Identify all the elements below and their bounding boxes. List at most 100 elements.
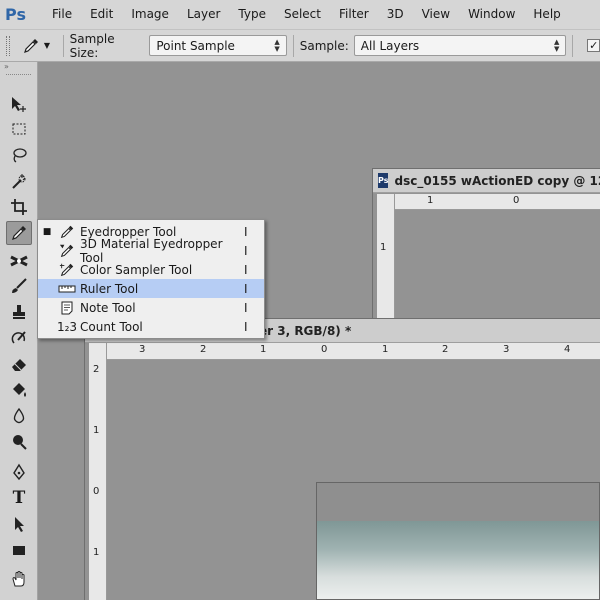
menu-window[interactable]: Window xyxy=(459,0,524,29)
move-tool[interactable] xyxy=(6,92,32,116)
menu-type[interactable]: Type xyxy=(229,0,275,29)
dodge-icon xyxy=(13,435,27,450)
menu-file[interactable]: File xyxy=(43,0,81,29)
menu-image[interactable]: Image xyxy=(122,0,178,29)
healing-brush-tool[interactable] xyxy=(6,249,32,273)
lasso-tool[interactable] xyxy=(6,143,32,167)
ruler-tick-label: 0 xyxy=(513,195,520,206)
ruler-tick-label: 1 xyxy=(260,344,267,355)
menu-layer[interactable]: Layer xyxy=(178,0,229,29)
move-icon xyxy=(12,97,26,112)
clone-stamp-tool[interactable] xyxy=(6,300,32,324)
eyedropper-icon xyxy=(12,226,26,240)
hand-tool[interactable] xyxy=(6,567,32,591)
tools-panel: » T xyxy=(0,62,38,600)
ruler-tick-label: 1 xyxy=(382,344,389,355)
path-selection-tool[interactable] xyxy=(6,512,32,536)
vertical-ruler[interactable]: 2 1 0 1 xyxy=(89,343,107,600)
history-brush-icon xyxy=(11,331,26,344)
brush-tool[interactable] xyxy=(6,274,32,298)
shortcut-key: I xyxy=(244,262,248,277)
document-title: dsc_0155 wActionED copy @ 120 xyxy=(394,173,600,188)
panel-grip[interactable] xyxy=(6,74,31,80)
photoshop-logo: Ps xyxy=(5,5,26,24)
vertical-ruler[interactable]: 1 xyxy=(377,194,395,327)
collapse-panel-icon[interactable]: » xyxy=(0,62,37,74)
sample-size-value: Point Sample xyxy=(156,38,235,53)
pen-icon xyxy=(13,463,25,481)
flyout-item-label: Count Tool xyxy=(80,319,143,334)
dodge-tool[interactable] xyxy=(6,430,32,454)
selected-bullet: ■ xyxy=(42,226,52,237)
flyout-item-3d-material-eyedropper[interactable]: 3D Material Eyedropper Tool I xyxy=(38,237,264,265)
count-icon: 1₂3 xyxy=(56,319,78,334)
eyedropper-tool[interactable] xyxy=(6,221,32,245)
rectangular-marquee-icon xyxy=(12,123,26,135)
menu-bar: Ps File Edit Image Layer Type Select Fil… xyxy=(0,0,600,29)
separator xyxy=(62,34,64,57)
flyout-item-note[interactable]: Note Tool I xyxy=(38,298,264,317)
flyout-item-color-sampler[interactable]: Color Sampler Tool I xyxy=(38,260,264,279)
options-bar: ▼ Sample Size: Point Sample ▲ ▼ Sample: A… xyxy=(0,29,600,62)
menu-edit[interactable]: Edit xyxy=(81,0,122,29)
blur-tool[interactable] xyxy=(6,404,32,428)
document-titlebar[interactable]: Ps dsc_0155 wActionED copy @ 120 xyxy=(373,169,600,193)
history-brush-tool[interactable] xyxy=(6,326,32,350)
flyout-item-ruler[interactable]: Ruler Tool I xyxy=(38,279,264,298)
ruler-tick-label: 2 xyxy=(442,344,449,355)
eyedropper-icon xyxy=(56,224,78,240)
eraser-tool[interactable] xyxy=(6,352,32,376)
eyedropper-icon xyxy=(23,38,38,53)
blur-drop-icon xyxy=(13,407,25,424)
quick-selection-tool[interactable] xyxy=(6,169,32,193)
horizontal-ruler[interactable]: 1 0 xyxy=(395,194,600,210)
menu-view[interactable]: View xyxy=(413,0,459,29)
sample-select[interactable]: All Layers ▲ ▼ xyxy=(353,35,567,56)
eyedropper-tool-flyout-menu: ■ Eyedropper Tool I 3D Material Eyedropp… xyxy=(37,219,265,339)
type-tool[interactable]: T xyxy=(6,486,32,510)
ruler-tick-label: 0 xyxy=(321,344,328,355)
options-bar-grip[interactable] xyxy=(6,35,10,56)
menu-select[interactable]: Select xyxy=(275,0,330,29)
document-window-back[interactable]: Ps dsc_0155 wActionED copy @ 120 1 0 1 xyxy=(372,168,600,328)
color-sampler-icon xyxy=(56,262,78,278)
shortcut-key: I xyxy=(244,224,248,239)
separator xyxy=(292,34,294,57)
shape-tool[interactable] xyxy=(6,538,32,562)
healing-brush-icon xyxy=(10,255,28,267)
separator xyxy=(572,34,574,57)
tool-preset-picker[interactable]: ▼ xyxy=(22,37,57,55)
horizontal-ruler[interactable]: 3 2 1 0 1 2 3 4 xyxy=(107,343,600,360)
path-selection-icon xyxy=(15,517,24,532)
sample-size-select[interactable]: Point Sample ▲ ▼ xyxy=(149,35,287,56)
hand-icon xyxy=(12,571,25,587)
marquee-tool[interactable] xyxy=(6,117,32,141)
shortcut-key: I xyxy=(244,300,248,315)
ruler-tick-label: 4 xyxy=(564,344,571,355)
paint-bucket-tool[interactable] xyxy=(6,378,32,402)
type-icon: T xyxy=(12,488,26,508)
menu-3d[interactable]: 3D xyxy=(378,0,413,29)
flyout-item-count[interactable]: 1₂3 Count Tool I xyxy=(38,317,264,336)
ruler-tick-label: 1 xyxy=(427,195,434,206)
crop-icon xyxy=(11,199,27,215)
ruler-tick-label: 0 xyxy=(93,486,100,497)
ruler-tick-label: 1 xyxy=(93,425,100,436)
ruler-tick-label: 1 xyxy=(93,547,100,558)
menu-help[interactable]: Help xyxy=(524,0,569,29)
crop-tool[interactable] xyxy=(6,195,32,219)
sample-size-label: Sample Size: xyxy=(69,31,115,60)
stamp-icon xyxy=(13,305,25,319)
flyout-item-label: Note Tool xyxy=(80,300,136,315)
brush-icon xyxy=(12,278,27,293)
updown-arrows-icon: ▲ ▼ xyxy=(274,37,280,53)
document-canvas[interactable] xyxy=(316,482,600,600)
pen-tool[interactable] xyxy=(6,460,32,484)
sample-value: All Layers xyxy=(360,38,420,53)
show-sampling-ring-checkbox[interactable]: ✓ xyxy=(587,39,600,52)
menu-filter[interactable]: Filter xyxy=(330,0,378,29)
ruler-icon xyxy=(56,281,78,297)
eraser-icon xyxy=(12,359,26,371)
magic-wand-icon xyxy=(12,174,26,189)
updown-arrows-icon: ▲ ▼ xyxy=(554,37,560,53)
